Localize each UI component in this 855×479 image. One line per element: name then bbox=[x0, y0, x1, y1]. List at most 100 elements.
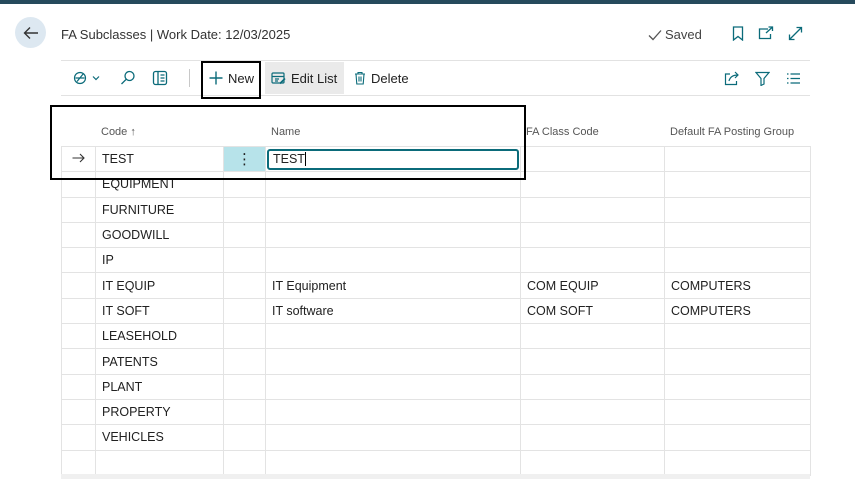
delete-button[interactable]: Delete bbox=[348, 62, 415, 94]
back-button[interactable] bbox=[15, 17, 46, 48]
row-actions-cell[interactable] bbox=[223, 196, 266, 223]
cell-default-fa-posting-group[interactable] bbox=[664, 348, 811, 375]
row-selector[interactable] bbox=[61, 398, 96, 425]
table-row[interactable]: GOODWILL bbox=[61, 221, 811, 248]
empty-cell[interactable] bbox=[61, 449, 96, 476]
cell-name[interactable] bbox=[265, 398, 521, 425]
table-row[interactable]: VEHICLES bbox=[61, 424, 811, 451]
row-selector[interactable] bbox=[61, 247, 96, 273]
row-actions-cell[interactable] bbox=[223, 247, 266, 273]
row-selector[interactable] bbox=[61, 424, 96, 451]
empty-cell[interactable] bbox=[95, 449, 224, 476]
cell-code[interactable]: TEST bbox=[95, 145, 224, 172]
cell-code[interactable]: PROPERTY bbox=[95, 398, 224, 425]
cell-fa-class-code[interactable] bbox=[520, 424, 665, 451]
cell-default-fa-posting-group[interactable] bbox=[664, 171, 811, 198]
cell-name[interactable]: IT software bbox=[265, 297, 521, 324]
row-selector[interactable] bbox=[61, 373, 96, 400]
row-actions-cell[interactable] bbox=[223, 348, 266, 375]
row-selector[interactable] bbox=[61, 145, 96, 172]
row-actions-cell[interactable] bbox=[223, 424, 266, 451]
cell-default-fa-posting-group[interactable] bbox=[664, 373, 811, 400]
empty-cell[interactable] bbox=[265, 449, 521, 476]
cell-code[interactable]: PATENTS bbox=[95, 348, 224, 375]
cell-code[interactable]: VEHICLES bbox=[95, 424, 224, 451]
column-header-default-fa-posting-group[interactable]: Default FA Posting Group bbox=[670, 126, 794, 138]
expand-button[interactable] bbox=[786, 24, 804, 42]
cell-name[interactable]: IT Equipment bbox=[265, 272, 521, 299]
cell-name[interactable] bbox=[265, 373, 521, 400]
table-row[interactable]: IT SOFT IT software COM SOFT COMPUTERS bbox=[61, 297, 811, 324]
row-selector[interactable] bbox=[61, 297, 96, 324]
cell-code[interactable]: LEASEHOLD bbox=[95, 323, 224, 349]
cell-name[interactable] bbox=[265, 323, 521, 349]
cell-fa-class-code[interactable] bbox=[520, 373, 665, 400]
table-row-empty[interactable] bbox=[61, 449, 811, 476]
cell-fa-class-code[interactable] bbox=[520, 323, 665, 349]
filter-pane-button[interactable] bbox=[146, 62, 174, 94]
table-row[interactable]: EQUIPMENT bbox=[61, 171, 811, 198]
row-selector[interactable] bbox=[61, 196, 96, 223]
row-selector[interactable] bbox=[61, 348, 96, 375]
cell-name[interactable] bbox=[265, 171, 521, 198]
edit-list-button[interactable]: Edit List bbox=[265, 62, 344, 94]
cell-code[interactable]: EQUIPMENT bbox=[95, 171, 224, 198]
row-actions-cell[interactable] bbox=[223, 373, 266, 400]
table-row-new[interactable]: TEST ⋮ TEST bbox=[61, 145, 811, 172]
cell-default-fa-posting-group[interactable] bbox=[664, 145, 811, 172]
row-actions-cell[interactable] bbox=[223, 398, 266, 425]
row-actions-cell[interactable] bbox=[223, 221, 266, 248]
cell-fa-class-code[interactable] bbox=[520, 145, 665, 172]
empty-cell[interactable] bbox=[664, 449, 811, 476]
column-header-fa-class-code[interactable]: FA Class Code bbox=[526, 126, 599, 138]
row-selector[interactable] bbox=[61, 272, 96, 299]
cell-fa-class-code[interactable] bbox=[520, 398, 665, 425]
cell-name[interactable] bbox=[265, 196, 521, 223]
name-input[interactable]: TEST bbox=[267, 148, 519, 170]
row-actions-cell[interactable] bbox=[223, 272, 266, 299]
cell-fa-class-code[interactable] bbox=[520, 171, 665, 198]
bookmark-button[interactable] bbox=[729, 24, 747, 42]
cell-default-fa-posting-group[interactable] bbox=[664, 247, 811, 273]
cell-name[interactable]: TEST bbox=[265, 145, 521, 172]
table-row[interactable]: PATENTS bbox=[61, 348, 811, 375]
cell-code[interactable]: IT SOFT bbox=[95, 297, 224, 324]
row-selector[interactable] bbox=[61, 221, 96, 248]
cell-fa-class-code[interactable]: COM SOFT bbox=[520, 297, 665, 324]
list-view-button[interactable] bbox=[780, 62, 807, 94]
cell-default-fa-posting-group[interactable] bbox=[664, 196, 811, 223]
table-row[interactable]: PROPERTY bbox=[61, 398, 811, 425]
cell-code[interactable]: IP bbox=[95, 247, 224, 273]
row-actions-cell[interactable] bbox=[223, 323, 266, 349]
empty-cell[interactable] bbox=[520, 449, 665, 476]
filter-button[interactable] bbox=[749, 62, 776, 94]
table-row[interactable]: LEASEHOLD bbox=[61, 323, 811, 349]
cell-fa-class-code[interactable] bbox=[520, 247, 665, 273]
cell-default-fa-posting-group[interactable]: COMPUTERS bbox=[664, 272, 811, 299]
cell-name[interactable] bbox=[265, 348, 521, 375]
cell-code[interactable]: GOODWILL bbox=[95, 221, 224, 248]
table-row[interactable]: IT EQUIP IT Equipment COM EQUIP COMPUTERS bbox=[61, 272, 811, 299]
new-button[interactable]: New bbox=[203, 62, 260, 94]
column-header-code[interactable]: Code ↑ bbox=[101, 126, 136, 138]
cell-fa-class-code[interactable] bbox=[520, 221, 665, 248]
cell-fa-class-code[interactable] bbox=[520, 196, 665, 223]
cell-default-fa-posting-group[interactable] bbox=[664, 398, 811, 425]
column-header-name[interactable]: Name bbox=[271, 126, 300, 138]
table-row[interactable]: PLANT bbox=[61, 373, 811, 400]
row-actions-button[interactable]: ⋮ bbox=[223, 145, 266, 172]
cell-name[interactable] bbox=[265, 424, 521, 451]
cell-default-fa-posting-group[interactable] bbox=[664, 221, 811, 248]
cell-name[interactable] bbox=[265, 221, 521, 248]
cell-name[interactable] bbox=[265, 247, 521, 273]
row-actions-cell[interactable] bbox=[223, 171, 266, 198]
table-row[interactable]: IP bbox=[61, 247, 811, 273]
table-row[interactable]: FURNITURE bbox=[61, 196, 811, 223]
row-selector[interactable] bbox=[61, 323, 96, 349]
cell-default-fa-posting-group[interactable] bbox=[664, 323, 811, 349]
open-new-window-button[interactable] bbox=[757, 24, 775, 42]
analysis-mode-button[interactable] bbox=[66, 62, 108, 94]
cell-fa-class-code[interactable] bbox=[520, 348, 665, 375]
cell-code[interactable]: IT EQUIP bbox=[95, 272, 224, 299]
cell-code[interactable]: FURNITURE bbox=[95, 196, 224, 223]
